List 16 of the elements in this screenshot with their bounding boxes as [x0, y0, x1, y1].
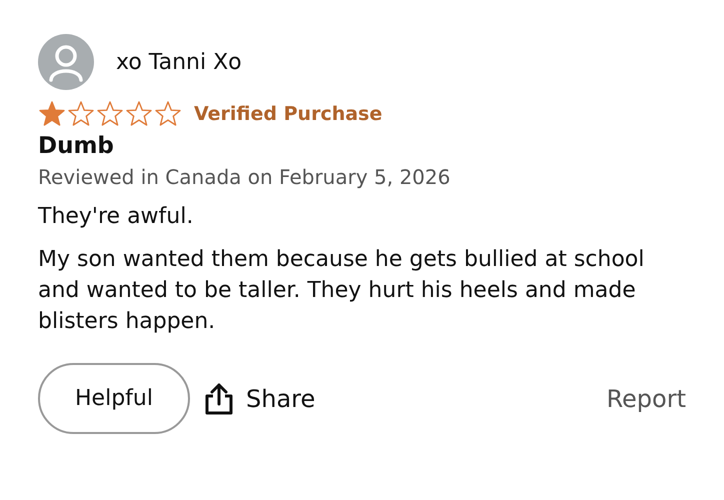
avatar-icon [38, 34, 94, 90]
star-icon [154, 100, 182, 127]
helpful-button[interactable]: Helpful [38, 363, 190, 434]
star-icon [67, 100, 95, 127]
star-icon [38, 100, 66, 127]
star-icon [125, 100, 153, 127]
share-icon [204, 382, 234, 416]
author-name: xo Tanni Xo [116, 50, 242, 74]
review-text: They're awful. [38, 203, 194, 231]
share-button[interactable]: Share [204, 382, 316, 416]
verified-purchase-label: Verified Purchase [194, 102, 382, 124]
review-title: Dumb [38, 133, 115, 159]
review-date: Reviewed in Canada on February 5, 2026 [38, 165, 452, 189]
report-link[interactable]: Report [606, 384, 686, 412]
star-icon [96, 100, 124, 127]
review-text: My son wanted them because he gets bullied at school and wanted to be taller. They hurt his heels and made blisters happen. [38, 246, 646, 336]
